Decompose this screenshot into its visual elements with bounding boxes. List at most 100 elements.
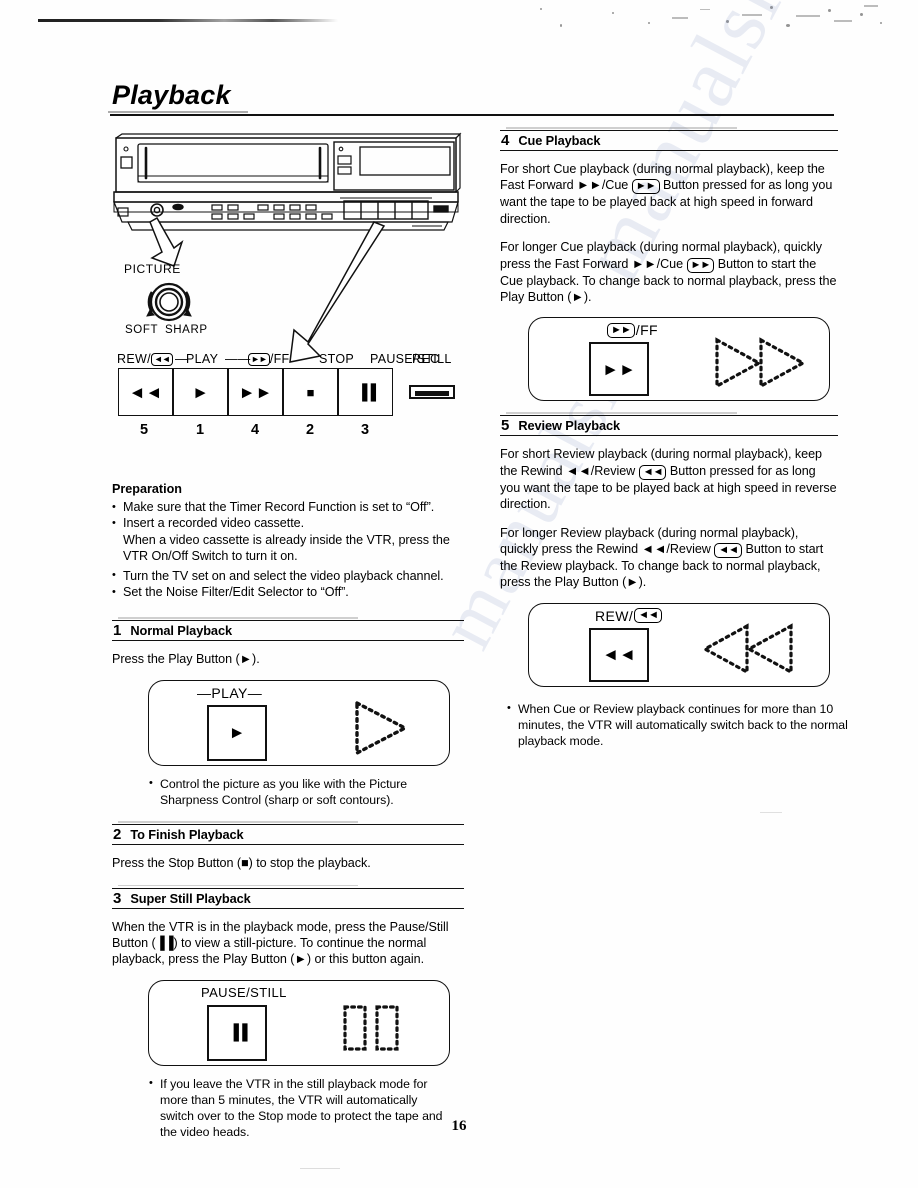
list-item: Insert a recorded video cassette.	[112, 515, 464, 532]
section-review-playback: 5 Review Playback	[500, 412, 838, 437]
rew-badge-icon: ◄◄	[634, 608, 662, 624]
section-rule	[500, 127, 838, 131]
button-number-stop: 2	[306, 422, 315, 438]
section-label: Cue Playback	[518, 133, 601, 148]
play-icon: ►	[228, 723, 246, 743]
button-number-pause: 3	[361, 422, 370, 438]
review-rew-illustration: REW/◄◄ ◄◄	[528, 602, 830, 687]
section-heading: 1 Normal Playback	[112, 621, 464, 642]
vcr-diagram: PICTURE SOFT SHARP REW/◄◄ — PLAY —— ►► /…	[112, 130, 464, 450]
callout-arrow-knob	[149, 216, 184, 267]
play-illustration-key: ►	[207, 704, 267, 761]
review-playback-body-2: For longer Review playback (during norma…	[500, 525, 838, 591]
list-item: Make sure that the Timer Record Function…	[112, 498, 464, 515]
callout-arrow-transport	[289, 221, 386, 363]
fast-forward-icon: ►►	[238, 382, 273, 402]
play-illustration-caption: —PLAY—	[197, 684, 263, 701]
rewind-icon: ◄◄	[128, 382, 163, 402]
knob-sharp-label: SHARP	[165, 324, 208, 336]
scan-fleck	[796, 15, 820, 18]
scan-fleck	[742, 14, 762, 16]
review-playback-note: When Cue or Review playback continues fo…	[506, 700, 848, 750]
section-rule	[500, 412, 838, 417]
section-number: 4	[501, 132, 510, 149]
preparation-sub-item: When a video cassette is already inside …	[123, 532, 450, 564]
button-number-play: 1	[196, 422, 205, 438]
section-number: 2	[113, 826, 122, 844]
preparation-list-continued: Turn the TV set on and select the video …	[112, 567, 464, 601]
pause-still-illustration: PAUSE/STILL ▐▐	[148, 979, 450, 1066]
picture-knob-icon	[146, 282, 192, 322]
button-number-rew: 5	[140, 422, 149, 438]
scan-speckle	[860, 13, 863, 16]
scan-speckle	[786, 24, 790, 27]
scan-fleck	[300, 1168, 340, 1170]
scan-speckle	[726, 20, 729, 23]
section-label: Super Still Playback	[130, 890, 251, 906]
cue-badge-icon: ►►	[686, 257, 715, 273]
page-number: 16	[451, 1118, 467, 1134]
section-label: Review Playback	[518, 418, 620, 434]
transport-label-play: PLAY	[186, 352, 219, 366]
rew-illustration-caption: REW/◄◄	[595, 608, 662, 624]
scan-fleck	[834, 20, 852, 22]
play-icon: ►	[192, 382, 209, 402]
section-number: 3	[113, 889, 122, 907]
normal-playback-note: Control the picture as you like with the…	[148, 775, 430, 808]
scan-speckle	[648, 22, 650, 24]
cue-playback-body-2: For longer Cue playback (during normal p…	[500, 239, 838, 305]
scan-fleck	[760, 812, 782, 814]
transport-label-rew: REW/◄◄	[117, 352, 173, 366]
scan-fleck	[700, 9, 710, 11]
transport-label-ff: ►►/FF	[248, 352, 289, 366]
scan-speckle	[828, 9, 831, 12]
play-button[interactable]: ►	[173, 368, 228, 416]
section-number: 5	[501, 417, 510, 435]
scan-fleck	[864, 5, 878, 7]
list-item: Turn the TV set on and select the video …	[112, 567, 464, 584]
play-direction-arrow-icon	[355, 700, 409, 756]
transport-label-rec: REC	[412, 352, 440, 366]
transport-label-pause: PAUSE/STILL	[370, 352, 452, 366]
manual-page: manualsli manualsli Playback PICTURE SOF…	[0, 0, 918, 1188]
play-illustration: —PLAY— ►	[148, 679, 450, 766]
fast-forward-button[interactable]: ►►	[228, 368, 283, 416]
stop-button[interactable]: ■	[283, 368, 338, 416]
scan-speckle	[770, 6, 773, 9]
cue-playback-body-1: For short Cue playback (during normal pl…	[500, 161, 838, 227]
button-number-ff: 4	[251, 422, 260, 438]
rewind-button[interactable]: ◄◄	[118, 368, 173, 416]
normal-playback-body: Press the Play Button (►).	[112, 652, 260, 667]
section-normal-playback: 1 Normal Playback	[112, 617, 464, 642]
scan-speckle	[560, 24, 562, 27]
cue-ff-illustration: ►►/FF ►►	[528, 317, 830, 402]
scan-smudge-artifact	[38, 19, 338, 22]
section-finish-playback: 2 To Finish Playback	[112, 821, 464, 846]
section-label: To Finish Playback	[130, 827, 244, 843]
cue-badge-icon: ►►	[631, 179, 660, 195]
knob-soft-label: SOFT	[125, 324, 159, 336]
section-rule	[112, 884, 464, 889]
scan-speckle	[880, 22, 882, 24]
pause-icon: ▐▐	[356, 383, 376, 401]
pause-still-button[interactable]: ▐▐	[338, 368, 393, 416]
rec-button[interactable]	[409, 385, 455, 399]
scan-speckle	[612, 12, 614, 14]
section-rule	[112, 821, 464, 826]
ff-illustration-key: ►►	[589, 342, 649, 397]
section-heading: 5 Review Playback	[500, 416, 838, 437]
review-badge-icon: ◄◄	[638, 464, 667, 480]
scan-speckle	[540, 8, 542, 10]
right-column: 4 Cue Playback For short Cue playback (d…	[500, 127, 848, 749]
review-badge-icon: ◄◄	[714, 543, 743, 559]
rewind-icon: ◄◄	[602, 645, 636, 665]
scan-fleck	[672, 17, 688, 19]
preparation-heading: Preparation	[112, 482, 182, 496]
left-column: PICTURE SOFT SHARP REW/◄◄ — PLAY —— ►► /…	[112, 130, 464, 1141]
page-title: Playback	[112, 80, 231, 110]
title-divider	[108, 111, 834, 116]
ff-badge-icon: ►►	[607, 322, 635, 338]
pause-icon: ▐▐	[228, 1024, 247, 1042]
finish-playback-body: Press the Stop Button (■) to stop the pl…	[112, 856, 371, 871]
section-heading: 2 To Finish Playback	[112, 825, 464, 846]
